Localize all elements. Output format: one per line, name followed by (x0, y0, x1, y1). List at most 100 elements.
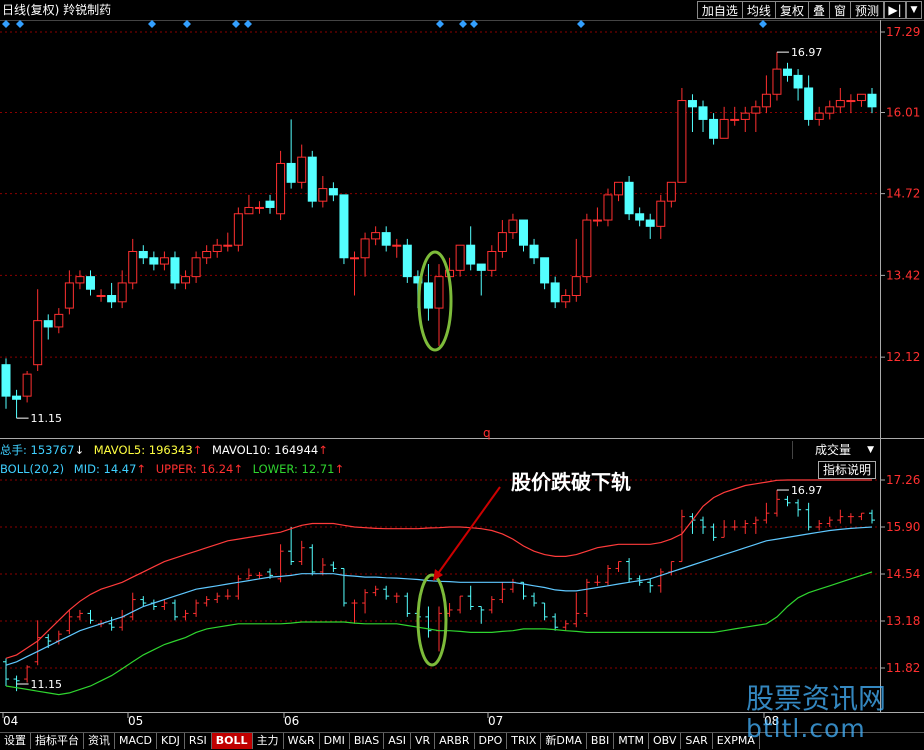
low-label: 11.15 (31, 412, 62, 425)
candle-body (423, 282, 433, 309)
candle-body (582, 219, 592, 278)
tab-bbi[interactable]: BBI (587, 733, 615, 749)
candle-body (804, 87, 814, 120)
boll-high-label: 16.97 (791, 484, 823, 497)
indicator-selector[interactable]: 成交量 ▼ (792, 441, 880, 459)
annotation-arrow-line (436, 486, 501, 576)
candle-body (561, 295, 571, 303)
tab--[interactable]: 资讯 (84, 733, 115, 749)
candle-body (645, 219, 655, 227)
candle-body (54, 313, 64, 328)
candle-body (254, 206, 264, 209)
watermark: 股票资讯网 btltl.com (746, 684, 886, 744)
candle-body (635, 213, 645, 221)
candle-body (814, 112, 824, 120)
tab-w-r[interactable]: W&R (284, 733, 320, 749)
candle-body (96, 295, 106, 298)
candle-body (624, 181, 634, 215)
candle-body (540, 257, 550, 284)
signal-diamond (577, 20, 585, 28)
candle-body (64, 282, 74, 309)
tab--dma[interactable]: 新DMA (541, 733, 587, 749)
y-tick-label-main: 14.72 (886, 187, 920, 201)
total-volume: 总手: 153767↓ (0, 443, 85, 457)
volume-info-line: 总手: 153767↓ MAVOL5: 196343↑ MAVOL10: 164… (0, 443, 334, 457)
candle-body (22, 373, 32, 397)
candle-body (772, 68, 782, 95)
q-marker: q (483, 426, 491, 440)
candle-body (466, 244, 476, 265)
tab--[interactable]: 设置 (0, 733, 31, 749)
tab-dmi[interactable]: DMI (320, 733, 350, 749)
candle-body (1, 364, 11, 397)
tab-arbr[interactable]: ARBR (435, 733, 475, 749)
candle-body (381, 232, 391, 246)
candle-body (751, 106, 761, 114)
candle-body (402, 244, 412, 278)
tab--[interactable]: 主力 (253, 733, 284, 749)
candle-body (698, 106, 708, 120)
candle-body (603, 194, 613, 221)
chevron-down-icon: ▼ (867, 445, 874, 455)
candle-body (666, 181, 676, 202)
candle-body (191, 257, 201, 278)
signal-diamond (148, 20, 156, 28)
highlight-circle-boll (416, 573, 448, 667)
tab-dpo[interactable]: DPO (475, 733, 508, 749)
tab-macd[interactable]: MACD (115, 733, 157, 749)
tab-sar[interactable]: SAR (681, 733, 713, 749)
tab-mtm[interactable]: MTM (614, 733, 649, 749)
y-tick-label-main: 13.42 (886, 268, 920, 282)
candle-body (677, 100, 687, 183)
candle-body (244, 206, 254, 215)
candle-body (487, 250, 497, 271)
tab--[interactable]: 指标平台 (31, 733, 84, 749)
candle-body (12, 395, 22, 400)
signal-diamond (244, 20, 252, 28)
tab-trix[interactable]: TRIX (507, 733, 542, 749)
tab-kdj[interactable]: KDJ (157, 733, 185, 749)
candle-body (571, 276, 581, 297)
boll-name: BOLL(20,2) (0, 462, 65, 476)
candle-body (867, 93, 877, 108)
candle-body (307, 156, 317, 202)
candle-body (497, 232, 507, 252)
tab-asi[interactable]: ASI (384, 733, 411, 749)
indicator-explain-button[interactable]: 指标说明 (818, 461, 877, 479)
high-label: 16.97 (791, 46, 823, 59)
candle-body (181, 276, 191, 284)
y-tick-label-boll: 13.18 (886, 614, 920, 628)
y-tick-label-boll: 11.82 (886, 661, 920, 675)
candle-body (170, 257, 180, 284)
candle-body (434, 276, 444, 309)
mavol10-value: MAVOL10: 164944↑ (211, 443, 328, 457)
annotation-text: 股价跌破下轨 (511, 470, 631, 494)
tab-obv[interactable]: OBV (649, 733, 682, 749)
tab-rsi[interactable]: RSI (185, 733, 212, 749)
x-label-06: 06 (284, 714, 300, 728)
candle-body (107, 295, 117, 303)
tab-vr[interactable]: VR (411, 733, 436, 749)
boll-info-line: BOLL(20,2) MID: 14.47↑ UPPER: 16.24↑ LOW… (0, 462, 350, 476)
candle-body (138, 250, 148, 259)
x-label-05: 05 (128, 714, 144, 728)
candle-body (276, 162, 286, 215)
candle-body (856, 93, 866, 102)
candle-body (392, 244, 402, 247)
candle-body (476, 263, 486, 271)
tab-boll[interactable]: BOLL (211, 733, 253, 749)
x-label-07: 07 (488, 714, 504, 728)
signal-diamond (470, 20, 478, 28)
candle-body (202, 250, 212, 259)
candle-body (508, 219, 518, 234)
chart-canvas[interactable]: 17.29 16.01 14.72 13.42 12.12 17.26 15.90 14.54… (0, 0, 924, 749)
candle-body (371, 232, 381, 240)
candle-body (117, 282, 127, 303)
candle-body (286, 162, 296, 183)
y-tick-label-main: 16.01 (886, 105, 920, 119)
candle-body (719, 118, 729, 139)
candle-body (761, 93, 771, 108)
candle-body (328, 188, 338, 196)
x-label-04: 04 (3, 714, 19, 728)
tab-bias[interactable]: BIAS (350, 733, 385, 749)
